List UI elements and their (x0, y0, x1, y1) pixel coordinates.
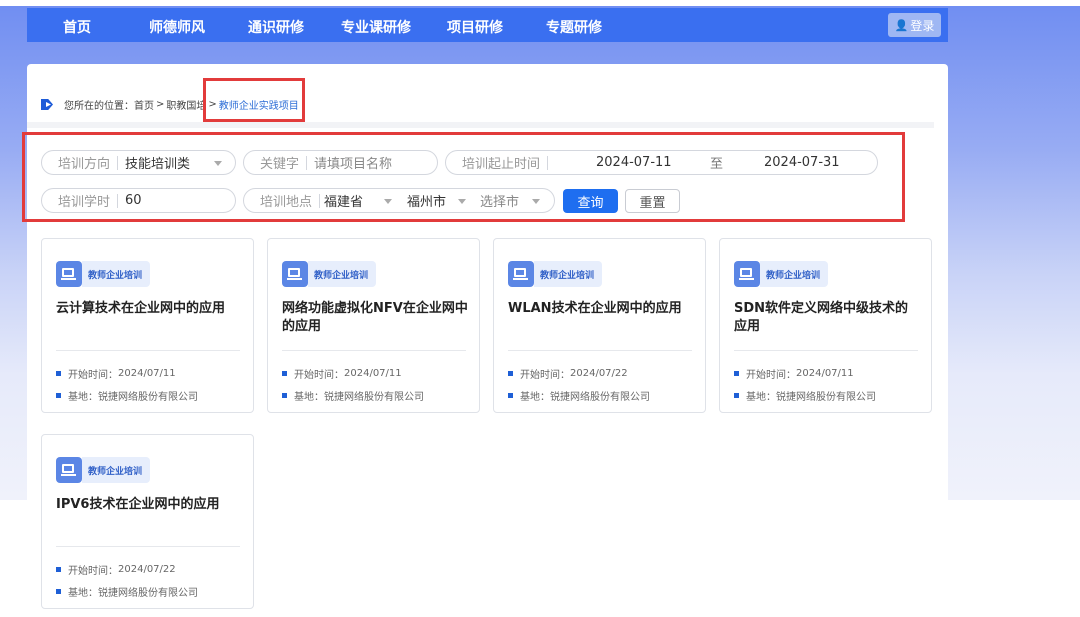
card-title[interactable]: 云计算技术在企业网中的应用 (56, 300, 242, 318)
training-icon (56, 457, 82, 483)
card-start-time: 开始时间： 2024/07/11 (734, 366, 854, 381)
base-value: 锐捷网络股份有限公司 (98, 588, 198, 599)
nav-project-training[interactable]: 项目研修 (447, 17, 503, 37)
training-icon (282, 261, 308, 287)
base-label: 基地： (68, 588, 98, 599)
card-divider (734, 350, 918, 351)
card-tag-label: 教师企业培训 (82, 457, 151, 483)
top-white-strip (0, 0, 1080, 6)
training-icon (508, 261, 534, 287)
bullet-icon (734, 371, 739, 376)
bullet-icon (56, 567, 61, 572)
start-value: 2024/07/11 (118, 368, 176, 379)
base-label: 基地： (520, 392, 550, 403)
start-value: 2024/07/11 (796, 368, 854, 379)
card-title[interactable]: 网络功能虚拟化NFV在企业网中的应用 (282, 300, 468, 336)
card-divider (282, 350, 466, 351)
bullet-icon (734, 393, 739, 398)
card-start-time: 开始时间： 2024/07/22 (56, 562, 176, 577)
base-value: 锐捷网络股份有限公司 (98, 392, 198, 403)
project-card[interactable]: 教师企业培训 WLAN技术在企业网中的应用 开始时间： 2024/07/22 基地… (493, 238, 706, 413)
start-label: 开始时间： (68, 566, 118, 577)
bullet-icon (282, 371, 287, 376)
project-card[interactable]: 教师企业培训 网络功能虚拟化NFV在企业网中的应用 开始时间： 2024/07/1… (267, 238, 480, 413)
highlight-box-breadcrumb (203, 78, 305, 122)
card-tag-label: 教师企业培训 (82, 261, 151, 287)
site-logo-icon (41, 99, 53, 110)
card-tag-label: 教师企业培训 (534, 261, 603, 287)
training-icon (56, 261, 82, 287)
nav-professional-course[interactable]: 专业课研修 (341, 17, 411, 37)
login-button[interactable]: 👤 登录 (888, 13, 941, 37)
start-label: 开始时间： (294, 370, 344, 381)
card-divider (56, 546, 240, 547)
card-base: 基地： 锐捷网络股份有限公司 (56, 388, 198, 403)
base-value: 锐捷网络股份有限公司 (550, 392, 650, 403)
bullet-icon (282, 393, 287, 398)
project-card[interactable]: 教师企业培训 SDN软件定义网络中级技术的应用 开始时间： 2024/07/11 … (719, 238, 932, 413)
card-tag: 教师企业培训 (56, 261, 151, 287)
bullet-icon (56, 371, 61, 376)
start-label: 开始时间： (746, 370, 796, 381)
base-label: 基地： (68, 392, 98, 403)
bullet-icon (508, 371, 513, 376)
project-card[interactable]: 教师企业培训 云计算技术在企业网中的应用 开始时间： 2024/07/11 基地：… (41, 238, 254, 413)
card-tag: 教师企业培训 (734, 261, 829, 287)
breadcrumb-prefix: 您所在的位置： (64, 101, 134, 112)
card-start-time: 开始时间： 2024/07/11 (282, 366, 402, 381)
card-title[interactable]: IPV6技术在企业网中的应用 (56, 496, 242, 514)
login-label: 登录 (910, 18, 935, 33)
card-tag: 教师企业培训 (56, 457, 151, 483)
base-label: 基地： (746, 392, 776, 403)
card-base: 基地： 锐捷网络股份有限公司 (508, 388, 650, 403)
base-value: 锐捷网络股份有限公司 (324, 392, 424, 403)
start-value: 2024/07/22 (570, 368, 628, 379)
start-label: 开始时间： (520, 370, 570, 381)
bullet-icon (56, 393, 61, 398)
card-base: 基地： 锐捷网络股份有限公司 (56, 584, 198, 599)
start-value: 2024/07/22 (118, 564, 176, 575)
highlight-box-filters (22, 132, 905, 222)
card-tag: 教师企业培训 (282, 261, 377, 287)
bullet-icon (56, 589, 61, 594)
bullet-icon (508, 393, 513, 398)
nav-general-training[interactable]: 通识研修 (248, 17, 304, 37)
card-tag-label: 教师企业培训 (308, 261, 377, 287)
start-label: 开始时间： (68, 370, 118, 381)
section-divider (27, 122, 934, 128)
breadcrumb-separator: > (156, 99, 165, 110)
nav-topic-training[interactable]: 专题研修 (546, 17, 602, 37)
breadcrumb-vocational[interactable]: 职教国培 (166, 97, 206, 112)
card-tag: 教师企业培训 (508, 261, 603, 287)
training-icon (734, 261, 760, 287)
main-navbar: 首页 师德师风 通识研修 专业课研修 项目研修 专题研修 👤 登录 (27, 8, 948, 42)
card-base: 基地： 锐捷网络股份有限公司 (734, 388, 876, 403)
user-icon: 👤 (894, 18, 909, 32)
base-value: 锐捷网络股份有限公司 (776, 392, 876, 403)
content-panel: 您所在的位置： 首页 > 职教国培 > 教师企业实践项目 培训方向 技能培训类 … (22, 64, 948, 617)
card-title[interactable]: SDN软件定义网络中级技术的应用 (734, 300, 920, 336)
breadcrumb-home[interactable]: 首页 (134, 97, 154, 112)
card-base: 基地： 锐捷网络股份有限公司 (282, 388, 424, 403)
nav-home[interactable]: 首页 (63, 17, 91, 37)
card-tag-label: 教师企业培训 (760, 261, 829, 287)
base-label: 基地： (294, 392, 324, 403)
card-start-time: 开始时间： 2024/07/11 (56, 366, 176, 381)
project-card[interactable]: 教师企业培训 IPV6技术在企业网中的应用 开始时间： 2024/07/22 基地… (41, 434, 254, 609)
card-title[interactable]: WLAN技术在企业网中的应用 (508, 300, 694, 318)
nav-teacher-ethics[interactable]: 师德师风 (149, 17, 205, 37)
card-divider (508, 350, 692, 351)
card-divider (56, 350, 240, 351)
card-start-time: 开始时间： 2024/07/22 (508, 366, 628, 381)
start-value: 2024/07/11 (344, 368, 402, 379)
